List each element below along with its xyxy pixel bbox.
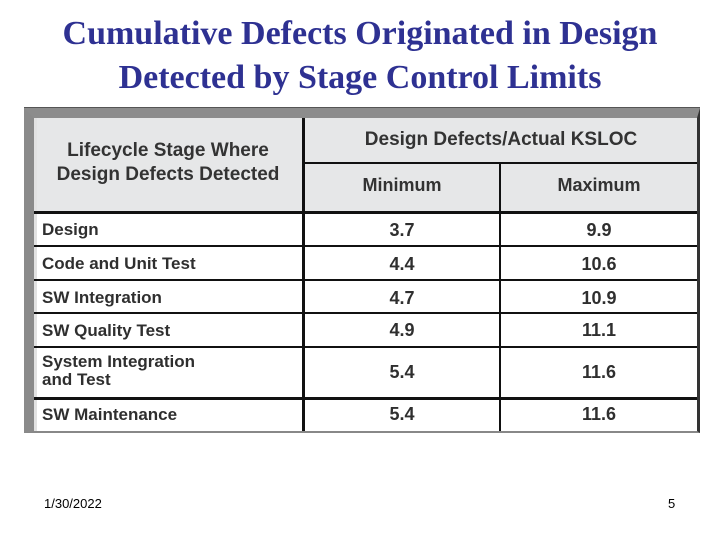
row-divider-thick — [34, 397, 697, 400]
table-row-min: 3.7 — [389, 220, 415, 240]
row-divider — [34, 279, 697, 281]
stage-column-header-line-1: Lifecycle Stage Where — [67, 140, 269, 161]
slide-title: Cumulative Defects Originated in Design … — [0, 12, 720, 100]
row-divider — [34, 346, 697, 348]
slide-number: 5 — [668, 496, 676, 511]
minimum-column-header: Minimum — [362, 175, 442, 195]
stage-label-line-1: System Integration — [42, 352, 196, 371]
table-row-max: 11.6 — [581, 362, 617, 382]
stage-label-line-2: and Test — [42, 370, 111, 389]
control-limits-table: Lifecycle Stage Where Design Defects Det… — [24, 108, 700, 433]
table-row-stage: Code and Unit Test — [42, 255, 196, 273]
table-row-min: 5.4 — [389, 404, 415, 424]
table-row-max: 9.9 — [586, 220, 612, 240]
stage-label-line-1: SW Maintenance — [42, 405, 178, 424]
table-row-min: 5.4 — [389, 362, 415, 382]
table-row-stage: System Integration and Test — [42, 353, 195, 389]
table-row-max: 10.9 — [581, 288, 617, 308]
slide-title-line-1: Cumulative Defects Originated in Design — [62, 15, 658, 52]
maximum-column-header: Maximum — [557, 175, 641, 195]
header-group-divider — [303, 162, 697, 164]
stage-label-line-1: SW Integration — [42, 288, 162, 307]
header-bottom-rule — [34, 211, 697, 214]
stage-column-header: Lifecycle Stage Where Design Defects Det… — [34, 139, 302, 187]
row-divider — [34, 312, 697, 314]
table-row-stage: SW Integration — [42, 289, 162, 307]
column-divider-stage — [302, 118, 305, 431]
table-row-min: 4.7 — [389, 288, 415, 308]
stage-column-header-line-2: Design Defects Detected — [56, 164, 280, 185]
table-row-stage: SW Quality Test — [42, 322, 170, 340]
table-row-max: 11.1 — [581, 320, 617, 340]
stage-label-line-1: Code and Unit Test — [42, 254, 196, 273]
stage-label-line-1: Design — [42, 220, 99, 239]
table-row-stage: SW Maintenance — [42, 406, 177, 424]
table-row-max: 11.6 — [581, 404, 617, 424]
stage-label-line-1: SW Quality Test — [42, 321, 171, 340]
table-row-min: 4.4 — [389, 254, 415, 274]
table-row-max: 10.6 — [581, 254, 617, 274]
row-divider — [34, 245, 697, 247]
table-row-stage: Design — [42, 221, 99, 239]
table-row-min: 4.9 — [389, 320, 415, 340]
footer-date: 1/30/2022 — [44, 496, 102, 511]
group-column-header: Design Defects/Actual KSLOC — [364, 129, 638, 150]
slide-title-line-2: Detected by Stage Control Limits — [118, 59, 602, 96]
